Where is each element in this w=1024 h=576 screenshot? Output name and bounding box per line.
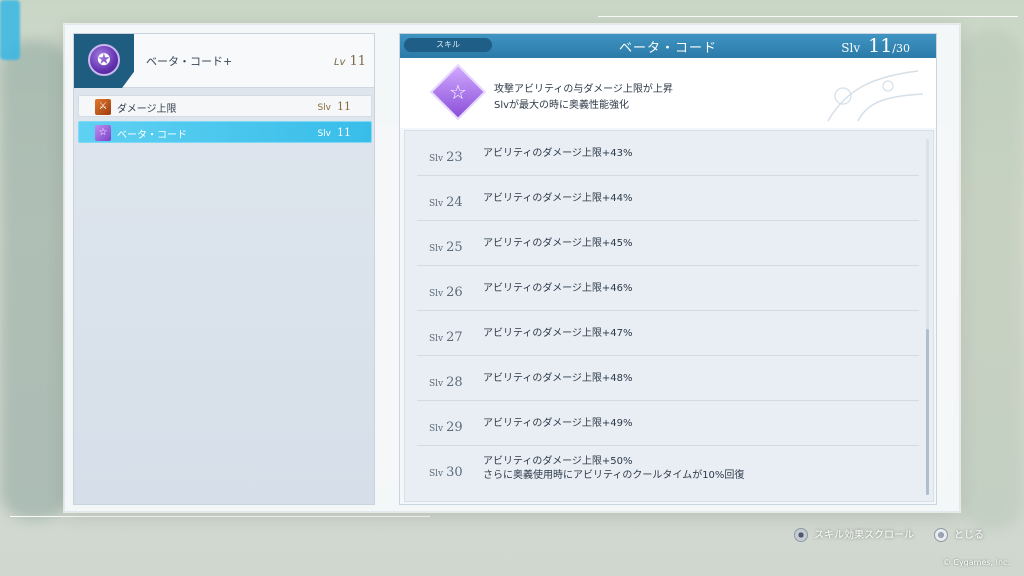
level-label: Slv 30 bbox=[429, 461, 463, 480]
slv-label: Slv bbox=[429, 244, 444, 254]
level-effect-row: Slv 28 アビリティのダメージ上限+48% bbox=[417, 356, 919, 401]
skill-item-damage-cap[interactable]: ⚔ ダメージ上限 Slv 11 bbox=[78, 95, 372, 117]
slv-label: Slv bbox=[429, 154, 444, 164]
level-effect-text: アビリティのダメージ上限+45% bbox=[483, 238, 633, 249]
skill-item-label: ダメージ上限 bbox=[117, 104, 177, 115]
level-label: Slv 24 bbox=[429, 191, 463, 210]
slv-label: Slv bbox=[841, 41, 861, 55]
slv-number: 25 bbox=[446, 240, 463, 255]
slv-number: 23 bbox=[446, 150, 463, 165]
slv-number: 24 bbox=[446, 195, 463, 210]
level-effect-row: Slv 30 アビリティのダメージ上限+50% さらに奥義使用時にアビリティのクー… bbox=[417, 446, 919, 491]
slv-number: 29 bbox=[446, 420, 463, 435]
level-label: Slv 23 bbox=[429, 146, 463, 165]
scroll-hint-label: スキル効果スクロール bbox=[814, 530, 914, 541]
lv-label: Lv bbox=[333, 57, 346, 68]
slv-number: 27 bbox=[446, 330, 463, 345]
slv-number: 30 bbox=[446, 465, 463, 480]
slv-label: Slv bbox=[429, 334, 444, 344]
level-effect-text: アビリティのダメージ上限+44% bbox=[483, 193, 633, 204]
skill-set-header: ✪ ベータ・コード+ Lv 11 bbox=[74, 34, 374, 88]
level-effect-row: Slv 27 アビリティのダメージ上限+47% bbox=[417, 311, 919, 356]
slv-value: 11 bbox=[337, 126, 351, 139]
level-effect-row: Slv 26 アビリティのダメージ上限+46% bbox=[417, 266, 919, 311]
slv-label: Slv bbox=[429, 289, 444, 299]
close-hint[interactable]: とじる bbox=[934, 526, 984, 542]
emblem-banner: ✪ bbox=[74, 34, 134, 88]
level-effect-text: アビリティのダメージ上限+49% bbox=[483, 418, 633, 429]
purple-star-emblem-icon: ✪ bbox=[88, 44, 120, 76]
lv-value: 11 bbox=[349, 54, 366, 69]
skill-item-label: ベータ・コード bbox=[117, 130, 187, 141]
skill-item-slv: Slv 11 bbox=[317, 126, 351, 139]
sword-icon: ⚔ bbox=[95, 99, 111, 115]
level-effect-row: Slv 25 アビリティのダメージ上限+45% bbox=[417, 221, 919, 266]
star-icon: ☆ bbox=[95, 125, 111, 141]
slv-max: /30 bbox=[892, 42, 910, 55]
stick-icon bbox=[794, 528, 808, 542]
slv-value: 11 bbox=[337, 100, 351, 113]
copyright-text: © Cygames, Inc. bbox=[942, 558, 1010, 567]
slv-number: 26 bbox=[446, 285, 463, 300]
skill-level-display: Slv 11/30 bbox=[841, 35, 910, 57]
level-effect-list[interactable]: Slv 23 アビリティのダメージ上限+43% Slv 24 アビリティのダメージ上… bbox=[404, 130, 934, 502]
skill-item-beta-code[interactable]: ☆ ベータ・コード Slv 11 bbox=[78, 121, 372, 143]
level-effect-text: さらに奥義使用時にアビリティのクールタイムが10%回復 bbox=[483, 470, 745, 481]
slv-label: Slv bbox=[429, 379, 444, 389]
level-effect-row: Slv 23 アビリティのダメージ上限+43% bbox=[417, 131, 919, 176]
background-accent bbox=[0, 0, 20, 60]
slv-number: 28 bbox=[446, 375, 463, 390]
slv-label: Slv bbox=[429, 424, 444, 434]
level-label: Slv 26 bbox=[429, 281, 463, 300]
slv-label: Slv bbox=[429, 199, 444, 209]
close-hint-label: とじる bbox=[954, 530, 984, 541]
background-right-decor bbox=[960, 30, 1024, 530]
circle-button-icon bbox=[934, 528, 948, 542]
scrollbar-track[interactable] bbox=[926, 139, 929, 495]
skill-description-area: ☆ 攻撃アビリティの与ダメージ上限が上昇 Slvが最大の時に奥義性能強化 bbox=[400, 58, 936, 128]
skill-list-panel: ✪ ベータ・コード+ Lv 11 ⚔ ダメージ上限 Slv 11 ☆ ベータ・コード… bbox=[73, 33, 375, 505]
frame-line-left bbox=[10, 516, 430, 517]
slv-label: Slv bbox=[317, 129, 331, 139]
scroll-hint[interactable]: スキル効果スクロール bbox=[794, 526, 914, 542]
skill-set-level: Lv 11 bbox=[334, 54, 366, 69]
frame-line-top bbox=[598, 16, 1018, 17]
skill-detail-header: スキル ベータ・コード Slv 11/30 bbox=[400, 34, 936, 58]
level-effect-row: Slv 29 アビリティのダメージ上限+49% bbox=[417, 401, 919, 446]
level-label: Slv 27 bbox=[429, 326, 463, 345]
slv-label: Slv bbox=[429, 469, 444, 479]
ornament-decoration bbox=[827, 70, 924, 122]
slv-label: Slv bbox=[317, 103, 331, 113]
level-effect-text: アビリティのダメージ上限+47% bbox=[483, 328, 633, 339]
scrollbar-thumb[interactable] bbox=[926, 329, 929, 495]
level-effect-text: アビリティのダメージ上限+43% bbox=[483, 148, 633, 159]
star-icon: ☆ bbox=[449, 80, 467, 104]
level-effect-row: Slv 24 アビリティのダメージ上限+44% bbox=[417, 176, 919, 221]
level-label: Slv 29 bbox=[429, 416, 463, 435]
level-label: Slv 25 bbox=[429, 236, 463, 255]
description-line: Slvが最大の時に奥義性能強化 bbox=[494, 100, 630, 111]
description-line: 攻撃アビリティの与ダメージ上限が上昇 bbox=[494, 84, 673, 95]
skill-detail-panel: スキル ベータ・コード Slv 11/30 ☆ 攻撃アビリティの与ダメージ上限が上… bbox=[399, 33, 937, 505]
skill-set-title: ベータ・コード+ bbox=[146, 55, 233, 68]
background-left-decor bbox=[0, 40, 70, 520]
skill-detail-window: ✪ ベータ・コード+ Lv 11 ⚔ ダメージ上限 Slv 11 ☆ ベータ・コード… bbox=[64, 24, 960, 512]
level-effect-text: アビリティのダメージ上限+46% bbox=[483, 283, 633, 294]
level-effect-text: アビリティのダメージ上限+50% bbox=[483, 456, 633, 467]
skill-item-slv: Slv 11 bbox=[317, 100, 351, 113]
level-effect-text: アビリティのダメージ上限+48% bbox=[483, 373, 633, 384]
slv-current: 11 bbox=[868, 35, 893, 57]
level-label: Slv 28 bbox=[429, 371, 463, 390]
